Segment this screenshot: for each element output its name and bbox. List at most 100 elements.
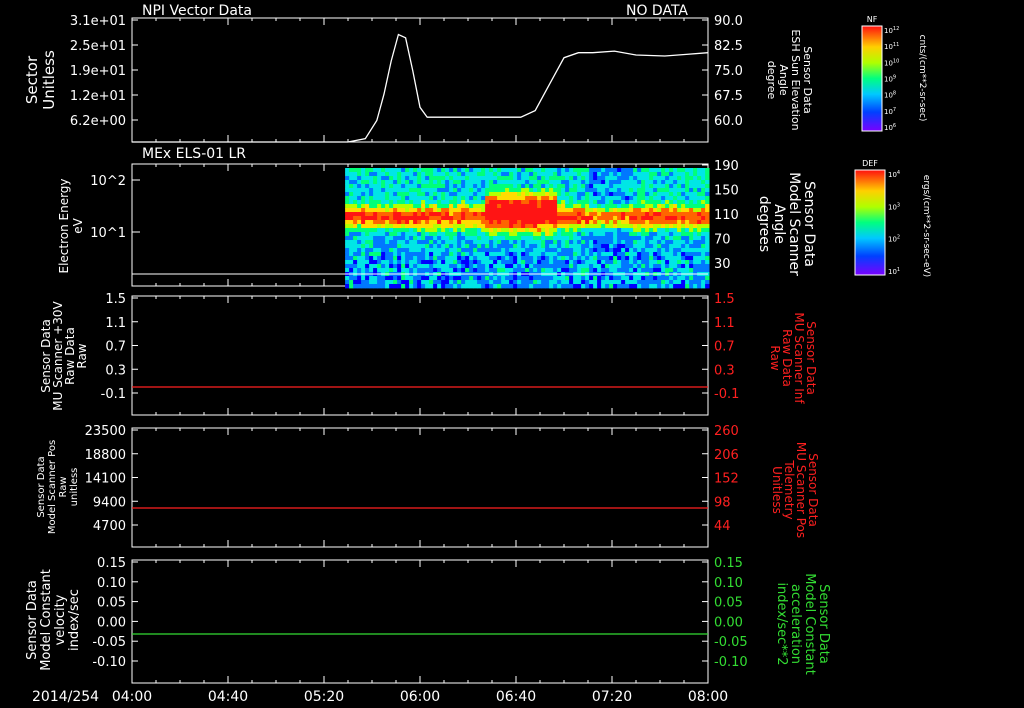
heatmap-cell <box>661 252 666 257</box>
heatmap-cell <box>673 268 678 273</box>
heatmap-cell <box>637 208 642 213</box>
heatmap-cell <box>449 260 454 265</box>
heatmap-cell <box>509 260 514 265</box>
heatmap-cell <box>505 236 510 241</box>
heatmap-cell <box>625 216 630 221</box>
heatmap-cell <box>641 268 646 273</box>
heatmap-cell <box>681 172 686 177</box>
heatmap-cell <box>357 180 362 185</box>
heatmap-cell <box>605 188 610 193</box>
heatmap-cell <box>509 220 514 225</box>
heatmap-cell <box>617 176 622 181</box>
heatmap-cell <box>653 176 658 181</box>
heatmap-cell <box>617 220 622 225</box>
heatmap-cell <box>453 196 458 201</box>
heatmap-cell <box>513 204 518 209</box>
heatmap-cell <box>577 264 582 269</box>
heatmap-cell <box>373 252 378 257</box>
heatmap-cell <box>441 260 446 265</box>
heatmap-cell <box>569 236 574 241</box>
heatmap-cell <box>577 248 582 253</box>
heatmap-cell <box>501 256 506 261</box>
heatmap-cell <box>605 256 610 261</box>
heatmap-cell <box>465 180 470 185</box>
heatmap-cell <box>445 172 450 177</box>
heatmap-cell <box>385 224 390 229</box>
heatmap-cell <box>485 168 490 173</box>
heatmap-cell <box>557 284 562 289</box>
heatmap-cell <box>469 220 474 225</box>
heatmap-cell <box>557 208 562 213</box>
heatmap-cell <box>601 264 606 269</box>
heatmap-cell <box>489 256 494 261</box>
heatmap-cell <box>425 264 430 269</box>
heatmap-cell <box>541 264 546 269</box>
heatmap-cell <box>597 200 602 205</box>
heatmap-cell <box>441 240 446 245</box>
heatmap-cell <box>613 212 618 217</box>
heatmap-cell <box>345 208 350 213</box>
heatmap-cell <box>553 232 558 237</box>
heatmap-cell <box>425 276 430 281</box>
heatmap-cell <box>529 224 534 229</box>
heatmap-cell <box>585 172 590 177</box>
heatmap-cell <box>353 200 358 205</box>
heatmap-cell <box>545 212 550 217</box>
heatmap-cell <box>557 212 562 217</box>
colorbar-def-gradient <box>854 169 886 276</box>
heatmap-cell <box>509 284 514 289</box>
heatmap-cell <box>501 228 506 233</box>
heatmap-cell <box>561 204 566 209</box>
ytick-label-right: 98 <box>714 495 731 510</box>
heatmap-cell <box>689 260 694 265</box>
heatmap-cell <box>361 264 366 269</box>
heatmap-cell <box>529 176 534 181</box>
heatmap-cell <box>577 280 582 285</box>
heatmap-cell <box>345 192 350 197</box>
heatmap-cell <box>381 276 386 281</box>
ytick-label-left: 10^2 <box>90 174 126 189</box>
heatmap-cell <box>361 248 366 253</box>
heatmap-cell <box>533 284 538 289</box>
heatmap-cell <box>433 284 438 289</box>
heatmap-cell <box>493 260 498 265</box>
heatmap-cell <box>429 268 434 273</box>
heatmap-cell <box>677 180 682 185</box>
heatmap-cell <box>621 200 626 205</box>
heatmap-cell <box>673 232 678 237</box>
heatmap-cell <box>389 268 394 273</box>
heatmap-cell <box>525 180 530 185</box>
heatmap-cell <box>433 196 438 201</box>
heatmap-cell <box>469 284 474 289</box>
heatmap-cell <box>481 280 486 285</box>
heatmap-cell <box>661 248 666 253</box>
heatmap-cell <box>541 224 546 229</box>
heatmap-cell <box>465 252 470 257</box>
heatmap-cell <box>677 264 682 269</box>
heatmap-cell <box>477 268 482 273</box>
heatmap-cell <box>577 236 582 241</box>
heatmap-cell <box>421 176 426 181</box>
heatmap-cell <box>469 268 474 273</box>
colorbar-nf-unit: cnts/(cm**2-sr-sec) <box>917 35 927 122</box>
heatmap-cell <box>533 212 538 217</box>
heatmap-cell <box>481 232 486 237</box>
heatmap-cell <box>645 284 650 289</box>
heatmap-cell <box>653 228 658 233</box>
heatmap-cell <box>541 232 546 237</box>
heatmap-cell <box>373 208 378 213</box>
heatmap-cell <box>361 188 366 193</box>
heatmap-cell <box>361 232 366 237</box>
heatmap-cell <box>585 220 590 225</box>
heatmap-cell <box>613 192 618 197</box>
heatmap-cell <box>597 228 602 233</box>
heatmap-cell <box>461 248 466 253</box>
heatmap-cell <box>593 196 598 201</box>
heatmap-cell <box>421 280 426 285</box>
heatmap-cell <box>413 248 418 253</box>
heatmap-cell <box>549 200 554 205</box>
heatmap-cell <box>409 176 414 181</box>
heatmap-cell <box>705 264 710 269</box>
ytick-label-right: 1.5 <box>714 292 735 307</box>
heatmap-cell <box>653 212 658 217</box>
